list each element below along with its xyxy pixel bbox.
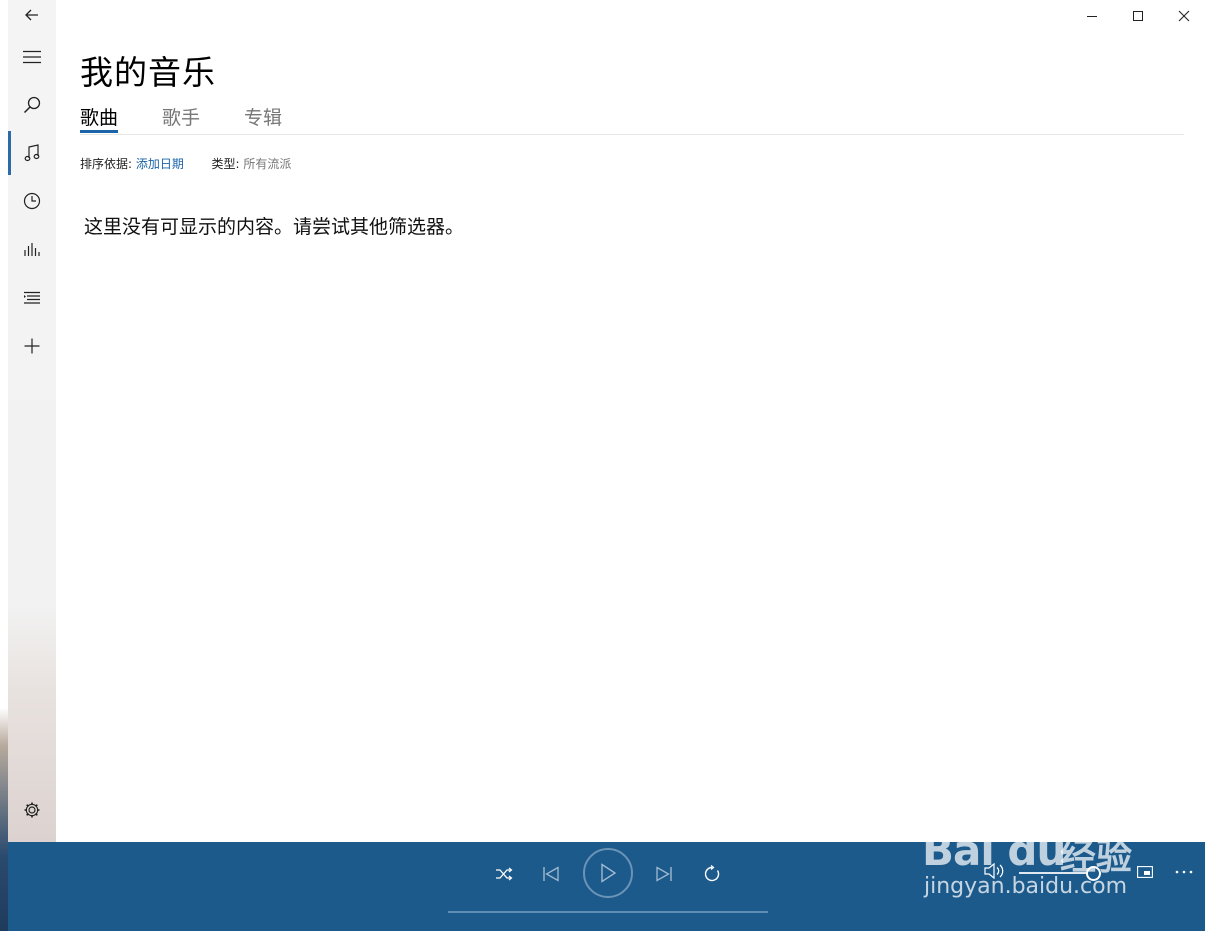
shuffle-button[interactable] — [488, 858, 520, 890]
previous-button[interactable] — [535, 858, 567, 890]
clock-icon — [23, 192, 41, 210]
back-arrow-icon — [25, 9, 38, 21]
search-icon — [23, 96, 41, 114]
sort-dropdown[interactable]: 添加日期 — [136, 157, 184, 171]
seek-bar[interactable] — [448, 911, 768, 913]
more-options-button[interactable] — [1171, 862, 1197, 882]
play-icon — [601, 863, 617, 883]
hamburger-menu-icon — [23, 50, 41, 64]
mini-view-button[interactable] — [1135, 862, 1155, 882]
close-icon — [1178, 10, 1190, 22]
filter-row: 排序依据: 添加日期 类型: 所有流派 — [80, 155, 291, 172]
minimize-button[interactable] — [1069, 0, 1115, 32]
tab-artists[interactable]: 歌手 — [162, 103, 200, 131]
new-playlist-button[interactable] — [8, 322, 56, 370]
sort-label: 排序依据: — [80, 157, 133, 171]
maximize-button[interactable] — [1115, 0, 1161, 32]
maximize-icon — [1133, 11, 1143, 21]
volume-slider-thumb[interactable] — [1086, 866, 1101, 881]
gear-icon — [24, 802, 40, 818]
next-icon — [656, 866, 672, 882]
tab-bar: 歌曲 歌手 专辑 — [80, 103, 1184, 135]
genre-dropdown[interactable]: 所有流派 — [243, 157, 291, 171]
empty-state-message: 这里没有可显示的内容。请尝试其他筛选器。 — [84, 216, 465, 238]
tab-songs[interactable]: 歌曲 — [80, 103, 119, 133]
genre-label: 类型: — [211, 157, 240, 171]
search-button[interactable] — [8, 81, 56, 129]
main-content: 我的音乐 歌曲 歌手 专辑 排序依据: 添加日期 类型: 所有流派 这里没有可显… — [56, 0, 1205, 842]
shuffle-icon — [496, 867, 513, 881]
repeat-icon — [704, 865, 720, 882]
plus-icon — [24, 338, 40, 354]
sidebar-item-now-playing[interactable] — [8, 225, 56, 273]
navigation-sidebar — [8, 0, 56, 842]
music-note-icon — [24, 144, 40, 162]
sidebar-item-my-music[interactable] — [8, 129, 56, 177]
playlist-icon — [24, 291, 40, 304]
play-button[interactable] — [583, 848, 633, 898]
previous-icon — [543, 866, 559, 882]
minimize-icon — [1087, 16, 1097, 17]
mini-view-icon — [1137, 866, 1153, 878]
playback-bar — [8, 842, 1205, 931]
volume-icon — [984, 862, 1004, 880]
page-title: 我的音乐 — [80, 53, 216, 92]
settings-button[interactable] — [8, 786, 56, 834]
volume-button[interactable] — [983, 859, 1007, 883]
close-button[interactable] — [1161, 0, 1205, 32]
next-button[interactable] — [648, 858, 680, 890]
equalizer-icon — [24, 243, 40, 256]
tab-albums[interactable]: 专辑 — [244, 103, 282, 131]
sidebar-item-recent[interactable] — [8, 177, 56, 225]
sidebar-item-playlists[interactable] — [8, 274, 56, 322]
more-dots-icon — [1175, 870, 1193, 874]
repeat-button[interactable] — [696, 858, 728, 890]
hamburger-menu-button[interactable] — [8, 33, 56, 81]
desktop-background-strip — [0, 0, 8, 931]
